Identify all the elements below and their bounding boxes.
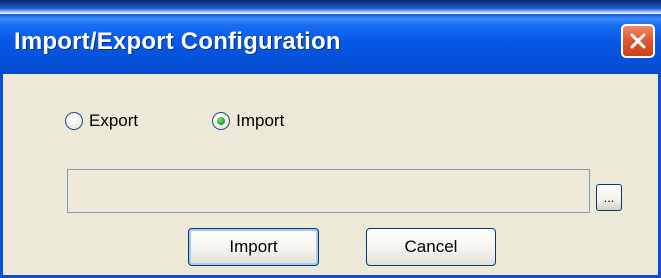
import-radio[interactable]: Import — [212, 111, 284, 131]
export-radio-circle[interactable] — [65, 112, 83, 130]
dialog-title: Import/Export Configuration — [14, 28, 341, 55]
mode-radio-group: Export Import — [65, 111, 284, 131]
cancel-button[interactable]: Cancel — [366, 228, 496, 266]
background-window-strip — [0, 0, 661, 14]
dialog-content: Export Import ... Import Cancel — [3, 74, 658, 275]
export-radio-label[interactable]: Export — [89, 111, 138, 131]
radio-selected-dot — [217, 117, 226, 125]
export-radio[interactable]: Export — [65, 111, 138, 131]
browse-button[interactable]: ... — [596, 184, 622, 211]
close-icon — [630, 33, 646, 49]
import-button[interactable]: Import — [188, 228, 319, 266]
title-bar[interactable]: Import/Export Configuration — [0, 14, 661, 74]
import-radio-label[interactable]: Import — [236, 111, 284, 131]
dialog-window: Import/Export Configuration Export Impor… — [0, 14, 661, 278]
import-radio-circle[interactable] — [212, 112, 231, 130]
close-button[interactable] — [621, 24, 655, 58]
file-path-input[interactable] — [67, 169, 590, 213]
